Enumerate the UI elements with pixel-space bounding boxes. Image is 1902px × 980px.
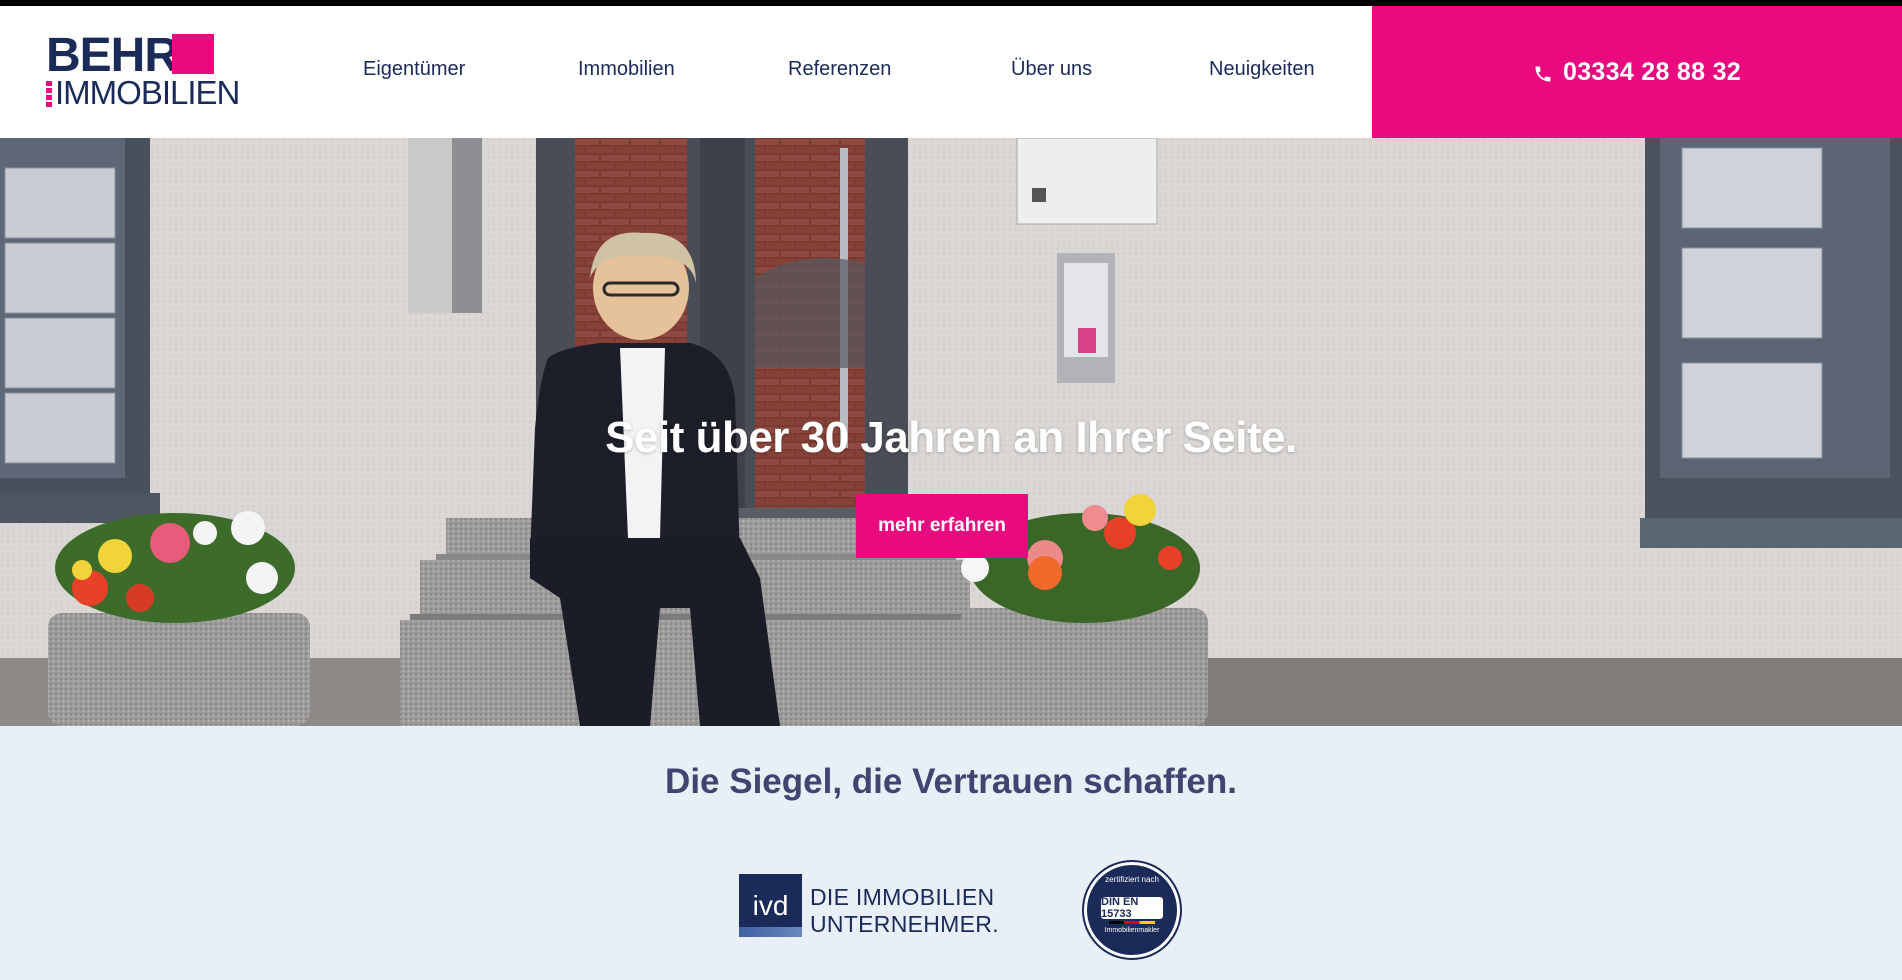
- ivd-line-1: DIE IMMOBILIEN: [810, 884, 995, 910]
- seals-section: Die Siegel, die Vertrauen schaffen. ivd …: [0, 726, 1902, 980]
- phone-icon: [1535, 66, 1551, 82]
- nav-item-neuigkeiten[interactable]: Neuigkeiten: [1209, 58, 1315, 81]
- din-seal-center: DIN EN 15733: [1101, 896, 1163, 920]
- logo-stripes: [46, 81, 52, 107]
- logo-wordmark-bottom: IMMOBILIEN: [55, 74, 240, 111]
- ivd-mark: ivd: [752, 889, 789, 921]
- ivd-line-2: UNTERNEHMER.: [810, 911, 999, 937]
- nav-item-immobilien[interactable]: Immobilien: [578, 58, 675, 81]
- hero-section: Seit über 30 Jahren an Ihrer Seite. mehr…: [0, 138, 1902, 726]
- logo-pink-square: [172, 34, 214, 74]
- din-seal-flag: [1109, 921, 1155, 924]
- din-seal-top-text: zertifiziert nach: [1105, 875, 1159, 884]
- page: BEHR IMMOBILIEN Eigentümer Immobilien Re…: [0, 0, 1902, 980]
- phone-number: 03334 28 88 32: [1563, 57, 1741, 86]
- hero-title: Seit über 30 Jahren an Ihrer Seite.: [605, 413, 1297, 462]
- behr-immobilien-logo[interactable]: BEHR IMMOBILIEN: [46, 29, 240, 116]
- phone-button[interactable]: 03334 28 88 32: [1372, 6, 1902, 138]
- nav-item-eigentuemer[interactable]: Eigentümer: [363, 58, 465, 81]
- ivd-logo-icon: ivd: [739, 874, 802, 937]
- logo-wordmark-top: BEHR: [46, 29, 179, 82]
- seals-title: Die Siegel, die Vertrauen schaffen.: [665, 762, 1237, 801]
- din-seal-bottom-text: Immobilienmakler: [1104, 927, 1160, 934]
- ivd-seal[interactable]: ivd DIE IMMOBILIEN UNTERNEHMER.: [739, 874, 999, 940]
- nav-item-ueber-uns[interactable]: Über uns: [1011, 58, 1092, 81]
- more-info-button[interactable]: mehr erfahren: [856, 494, 1028, 558]
- din-en-15733-seal[interactable]: zertifiziert nach DIN EN 15733 Immobilie…: [1084, 862, 1180, 958]
- nav-item-referenzen[interactable]: Referenzen: [788, 58, 891, 81]
- ivd-text: DIE IMMOBILIEN UNTERNEHMER.: [810, 884, 999, 938]
